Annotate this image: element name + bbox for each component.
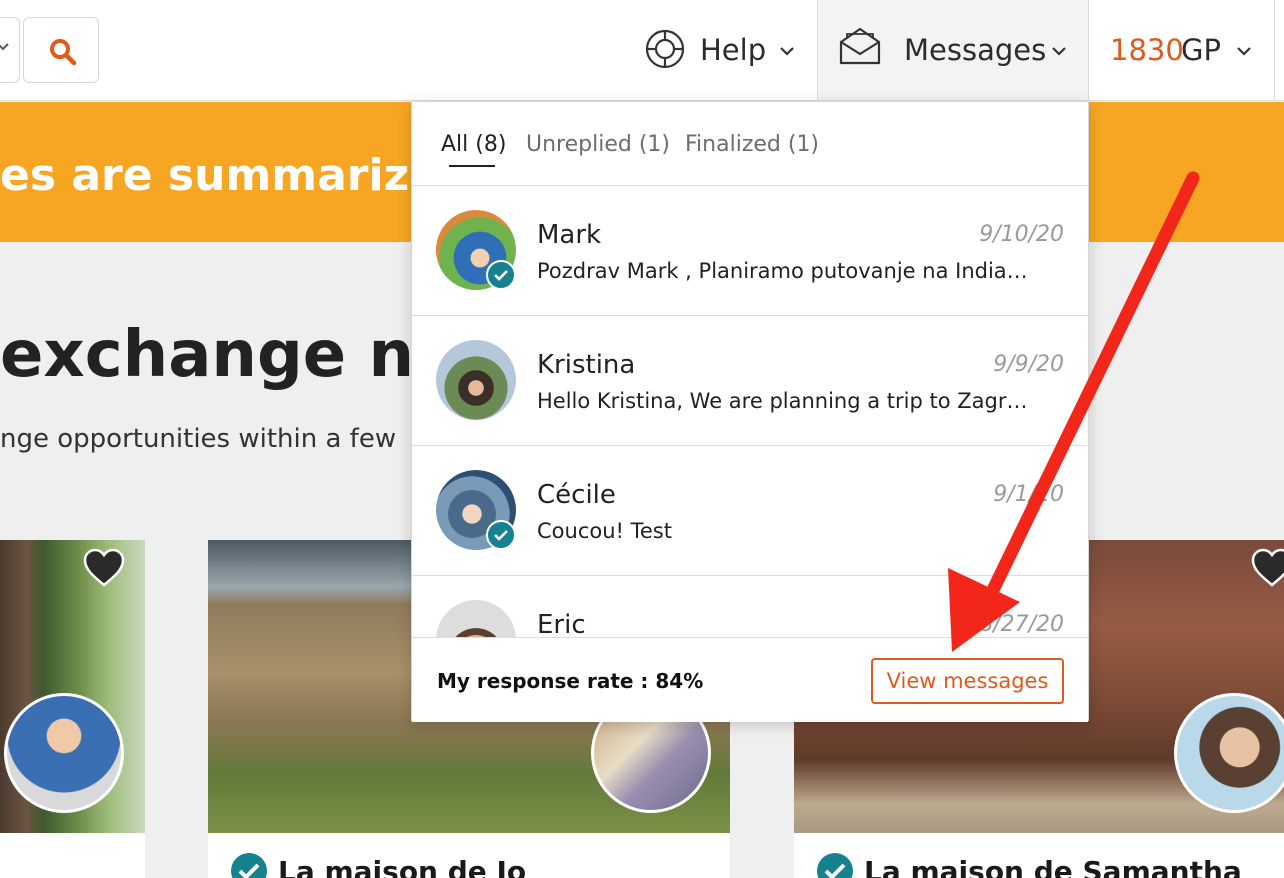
sender-avatar xyxy=(436,600,516,637)
page-subtitle: nge opportunities within a few xyxy=(0,424,397,454)
top-header: Help Messages 1830 GP xyxy=(0,0,1284,101)
tab-unreplied[interactable]: Unreplied (1) xyxy=(526,132,670,157)
check-icon xyxy=(494,270,508,281)
message-date: 8/27/20 xyxy=(979,612,1064,637)
message-item[interactable]: Eric 8/27/20 xyxy=(412,576,1088,637)
heart-icon[interactable] xyxy=(82,548,126,588)
view-messages-button[interactable]: View messages xyxy=(871,658,1064,704)
points-menu[interactable]: 1830 GP xyxy=(1090,0,1284,100)
verified-badge xyxy=(486,260,516,290)
verified-badge xyxy=(486,520,516,550)
heart-icon[interactable] xyxy=(1250,548,1284,588)
verified-check-icon xyxy=(817,853,853,878)
header-divider xyxy=(1274,0,1284,100)
message-item[interactable]: Cécile 9/1/20 Coucou! Test xyxy=(412,446,1088,576)
message-date: 9/9/20 xyxy=(993,352,1064,377)
sender-name: Cécile xyxy=(537,480,616,510)
tab-finalized[interactable]: Finalized (1) xyxy=(685,132,819,157)
message-item[interactable]: Mark 9/10/20 Pozdrav Mark , Planiramo pu… xyxy=(412,186,1088,316)
messages-label: Messages xyxy=(904,33,1047,67)
lifebuoy-icon xyxy=(645,29,685,69)
sender-name: Kristina xyxy=(537,350,636,380)
message-filter-tabs: All (8) Unreplied (1) Finalized (1) xyxy=(412,102,1088,186)
messages-menu[interactable]: Messages xyxy=(817,0,1089,100)
host-avatar xyxy=(1174,693,1284,813)
home-title-row: La maison de Samantha xyxy=(816,852,1242,878)
sender-name: Eric xyxy=(537,610,586,637)
messages-dropdown: All (8) Unreplied (1) Finalized (1) Mark… xyxy=(411,101,1089,722)
home-card[interactable] xyxy=(0,540,145,878)
points-amount: 1830 xyxy=(1110,33,1184,67)
chevron-down-icon xyxy=(780,47,794,56)
message-item[interactable]: Kristina 9/9/20 Hello Kristina, We are p… xyxy=(412,316,1088,446)
dropdown-footer: My response rate : 84% View messages xyxy=(412,637,1088,722)
active-tab-indicator xyxy=(449,165,495,167)
search-filter-select[interactable] xyxy=(0,17,20,83)
message-date: 9/1/20 xyxy=(993,482,1064,507)
message-date: 9/10/20 xyxy=(979,222,1064,247)
message-preview: Coucou! Test xyxy=(537,519,672,543)
help-label: Help xyxy=(700,33,767,67)
help-menu[interactable]: Help xyxy=(640,0,816,100)
search-button[interactable] xyxy=(23,17,99,83)
page-title: exchange ne xyxy=(0,318,458,392)
check-icon xyxy=(494,530,508,541)
chevron-down-icon xyxy=(1052,47,1066,56)
home-title: La maison de Jo xyxy=(278,854,527,878)
envelope-open-icon xyxy=(839,27,881,65)
home-title-row: La maison de Jo xyxy=(230,852,526,878)
banner-text: es are summarized xyxy=(0,150,471,201)
message-preview: Pozdrav Mark , Planiramo putovanje na In… xyxy=(537,259,1028,283)
response-rate: My response rate : 84% xyxy=(437,669,704,693)
points-unit: GP xyxy=(1181,33,1221,67)
sender-name: Mark xyxy=(537,220,602,250)
chevron-down-icon xyxy=(1237,47,1251,56)
sender-avatar xyxy=(436,340,516,420)
tab-all[interactable]: All (8) xyxy=(441,132,506,157)
message-preview: Hello Kristina, We are planning a trip t… xyxy=(537,389,1028,413)
search-icon xyxy=(50,39,77,66)
host-avatar xyxy=(4,693,124,813)
chevron-down-icon xyxy=(0,43,9,51)
verified-check-icon xyxy=(231,853,267,878)
home-title: La maison de Samantha xyxy=(864,854,1242,878)
message-list[interactable]: Mark 9/10/20 Pozdrav Mark , Planiramo pu… xyxy=(412,186,1088,637)
